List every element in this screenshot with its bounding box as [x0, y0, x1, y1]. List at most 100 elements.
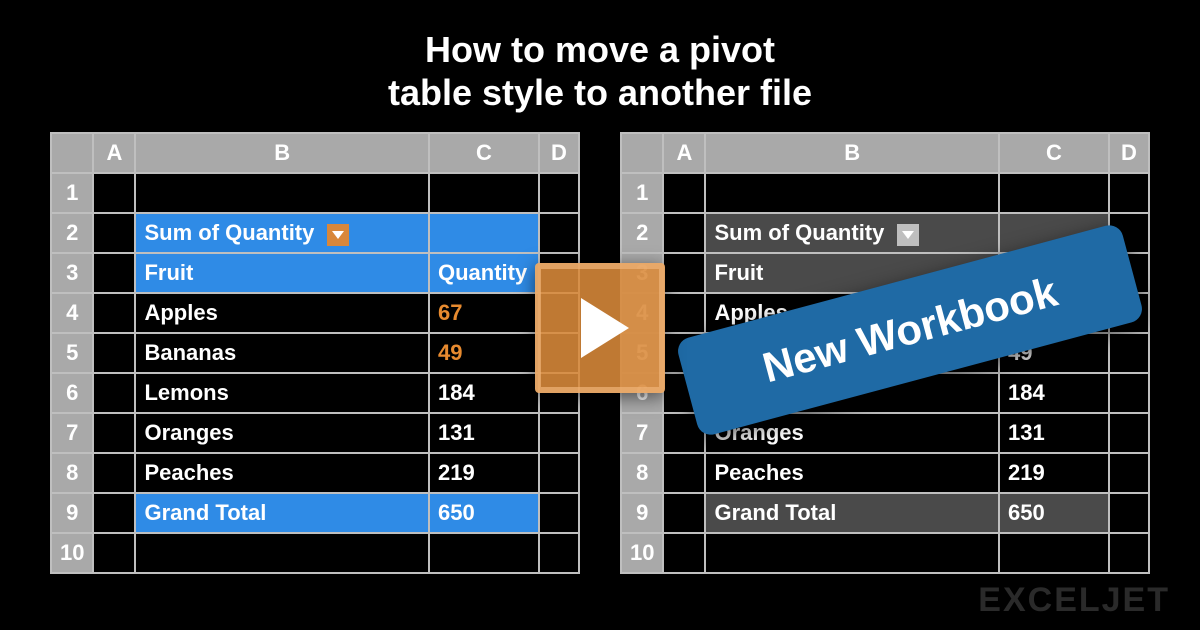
pivot-item-qty[interactable]: 219: [429, 453, 539, 493]
cell[interactable]: [999, 173, 1109, 213]
row-header[interactable]: 4: [51, 293, 93, 333]
cell[interactable]: [93, 253, 135, 293]
cell[interactable]: [539, 173, 579, 213]
pivot-item-qty[interactable]: 49: [429, 333, 539, 373]
cell[interactable]: [539, 493, 579, 533]
cell[interactable]: [663, 173, 705, 213]
cell[interactable]: [135, 533, 429, 573]
col-header-d[interactable]: D: [1109, 133, 1149, 173]
cell[interactable]: [1109, 413, 1149, 453]
table-row: 5 Bananas 49: [51, 333, 579, 373]
select-all-corner[interactable]: [621, 133, 663, 173]
col-header-a[interactable]: A: [93, 133, 135, 173]
pivot-item-name[interactable]: Bananas: [135, 333, 429, 373]
cell[interactable]: [1109, 373, 1149, 413]
pivot-item-name[interactable]: Peaches: [705, 453, 999, 493]
pivot-item-qty[interactable]: 219: [999, 453, 1109, 493]
cell[interactable]: [1109, 493, 1149, 533]
pivot-item-qty[interactable]: 184: [999, 373, 1109, 413]
pivot-total-value[interactable]: 650: [999, 493, 1109, 533]
cell[interactable]: [135, 173, 429, 213]
row-header[interactable]: 8: [621, 453, 663, 493]
row-header[interactable]: 1: [51, 173, 93, 213]
pivot-item-name[interactable]: Peaches: [135, 453, 429, 493]
cell[interactable]: [1109, 533, 1149, 573]
cell[interactable]: [1109, 453, 1149, 493]
row-header[interactable]: 9: [621, 493, 663, 533]
col-header-c[interactable]: C: [999, 133, 1109, 173]
pivot-item-name[interactable]: Lemons: [135, 373, 429, 413]
col-header-d[interactable]: D: [539, 133, 579, 173]
cell[interactable]: [663, 453, 705, 493]
row-header[interactable]: 8: [51, 453, 93, 493]
select-all-corner[interactable]: [51, 133, 93, 173]
cell[interactable]: [93, 533, 135, 573]
cell[interactable]: [663, 253, 705, 293]
cell[interactable]: [539, 453, 579, 493]
row-header[interactable]: 5: [51, 333, 93, 373]
pivot-item-qty[interactable]: 184: [429, 373, 539, 413]
cell[interactable]: [1109, 173, 1149, 213]
play-button[interactable]: [535, 263, 665, 393]
cell[interactable]: [663, 293, 705, 333]
row-header[interactable]: 2: [51, 213, 93, 253]
sheet-left: A B C D 1 2 Sum of Quantity: [50, 132, 580, 574]
cell[interactable]: [93, 413, 135, 453]
col-header-a[interactable]: A: [663, 133, 705, 173]
pivot-item-name[interactable]: Oranges: [135, 413, 429, 453]
row-header[interactable]: 6: [51, 373, 93, 413]
pivot-row-label[interactable]: Fruit: [135, 253, 429, 293]
pivot-item-qty[interactable]: 131: [429, 413, 539, 453]
row-header[interactable]: 10: [621, 533, 663, 573]
cell[interactable]: [663, 493, 705, 533]
cell[interactable]: [93, 293, 135, 333]
cell[interactable]: [429, 533, 539, 573]
cell[interactable]: [93, 373, 135, 413]
row-header[interactable]: 9: [51, 493, 93, 533]
filter-dropdown-icon[interactable]: [897, 224, 919, 246]
col-header-c[interactable]: C: [429, 133, 539, 173]
cell[interactable]: [705, 173, 999, 213]
row-header[interactable]: 10: [51, 533, 93, 573]
pivot-total-value[interactable]: 650: [429, 493, 539, 533]
cell[interactable]: [999, 533, 1109, 573]
cell[interactable]: [93, 213, 135, 253]
table-row: 3 Fruit Quantity: [51, 253, 579, 293]
col-header-b[interactable]: B: [705, 133, 999, 173]
cell[interactable]: [539, 413, 579, 453]
row-header[interactable]: 2: [621, 213, 663, 253]
cell[interactable]: [539, 533, 579, 573]
table-row: 10: [621, 533, 1149, 573]
row-header[interactable]: 7: [621, 413, 663, 453]
pivot-item-name[interactable]: Apples: [135, 293, 429, 333]
cell[interactable]: [93, 493, 135, 533]
pivot-sum-label: Sum of Quantity: [144, 220, 314, 245]
column-header-row: A B C D: [51, 133, 579, 173]
cell[interactable]: [429, 213, 539, 253]
cell[interactable]: [93, 453, 135, 493]
table-row: 4 Apples 67: [51, 293, 579, 333]
table-row: 10: [51, 533, 579, 573]
row-header[interactable]: 1: [621, 173, 663, 213]
cell[interactable]: [705, 533, 999, 573]
pivot-item-qty[interactable]: 131: [999, 413, 1109, 453]
title-line-1: How to move a pivot: [425, 29, 775, 70]
cell[interactable]: [663, 213, 705, 253]
pivot-val-label[interactable]: Quantity: [429, 253, 539, 293]
cell[interactable]: [93, 173, 135, 213]
pivot-sum-label-cell[interactable]: Sum of Quantity: [135, 213, 429, 253]
cell[interactable]: [663, 533, 705, 573]
cell[interactable]: [429, 173, 539, 213]
pivot-total-label[interactable]: Grand Total: [705, 493, 999, 533]
filter-dropdown-icon[interactable]: [327, 224, 349, 246]
pivot-sum-label-cell[interactable]: Sum of Quantity: [705, 213, 999, 253]
row-header[interactable]: 3: [51, 253, 93, 293]
cell[interactable]: [539, 213, 579, 253]
pivot-item-qty[interactable]: 67: [429, 293, 539, 333]
pivot-total-label[interactable]: Grand Total: [135, 493, 429, 533]
col-header-b[interactable]: B: [135, 133, 429, 173]
cell[interactable]: [93, 333, 135, 373]
row-header[interactable]: 7: [51, 413, 93, 453]
cell[interactable]: [1109, 333, 1149, 373]
table-row: 9 Grand Total 650: [621, 493, 1149, 533]
